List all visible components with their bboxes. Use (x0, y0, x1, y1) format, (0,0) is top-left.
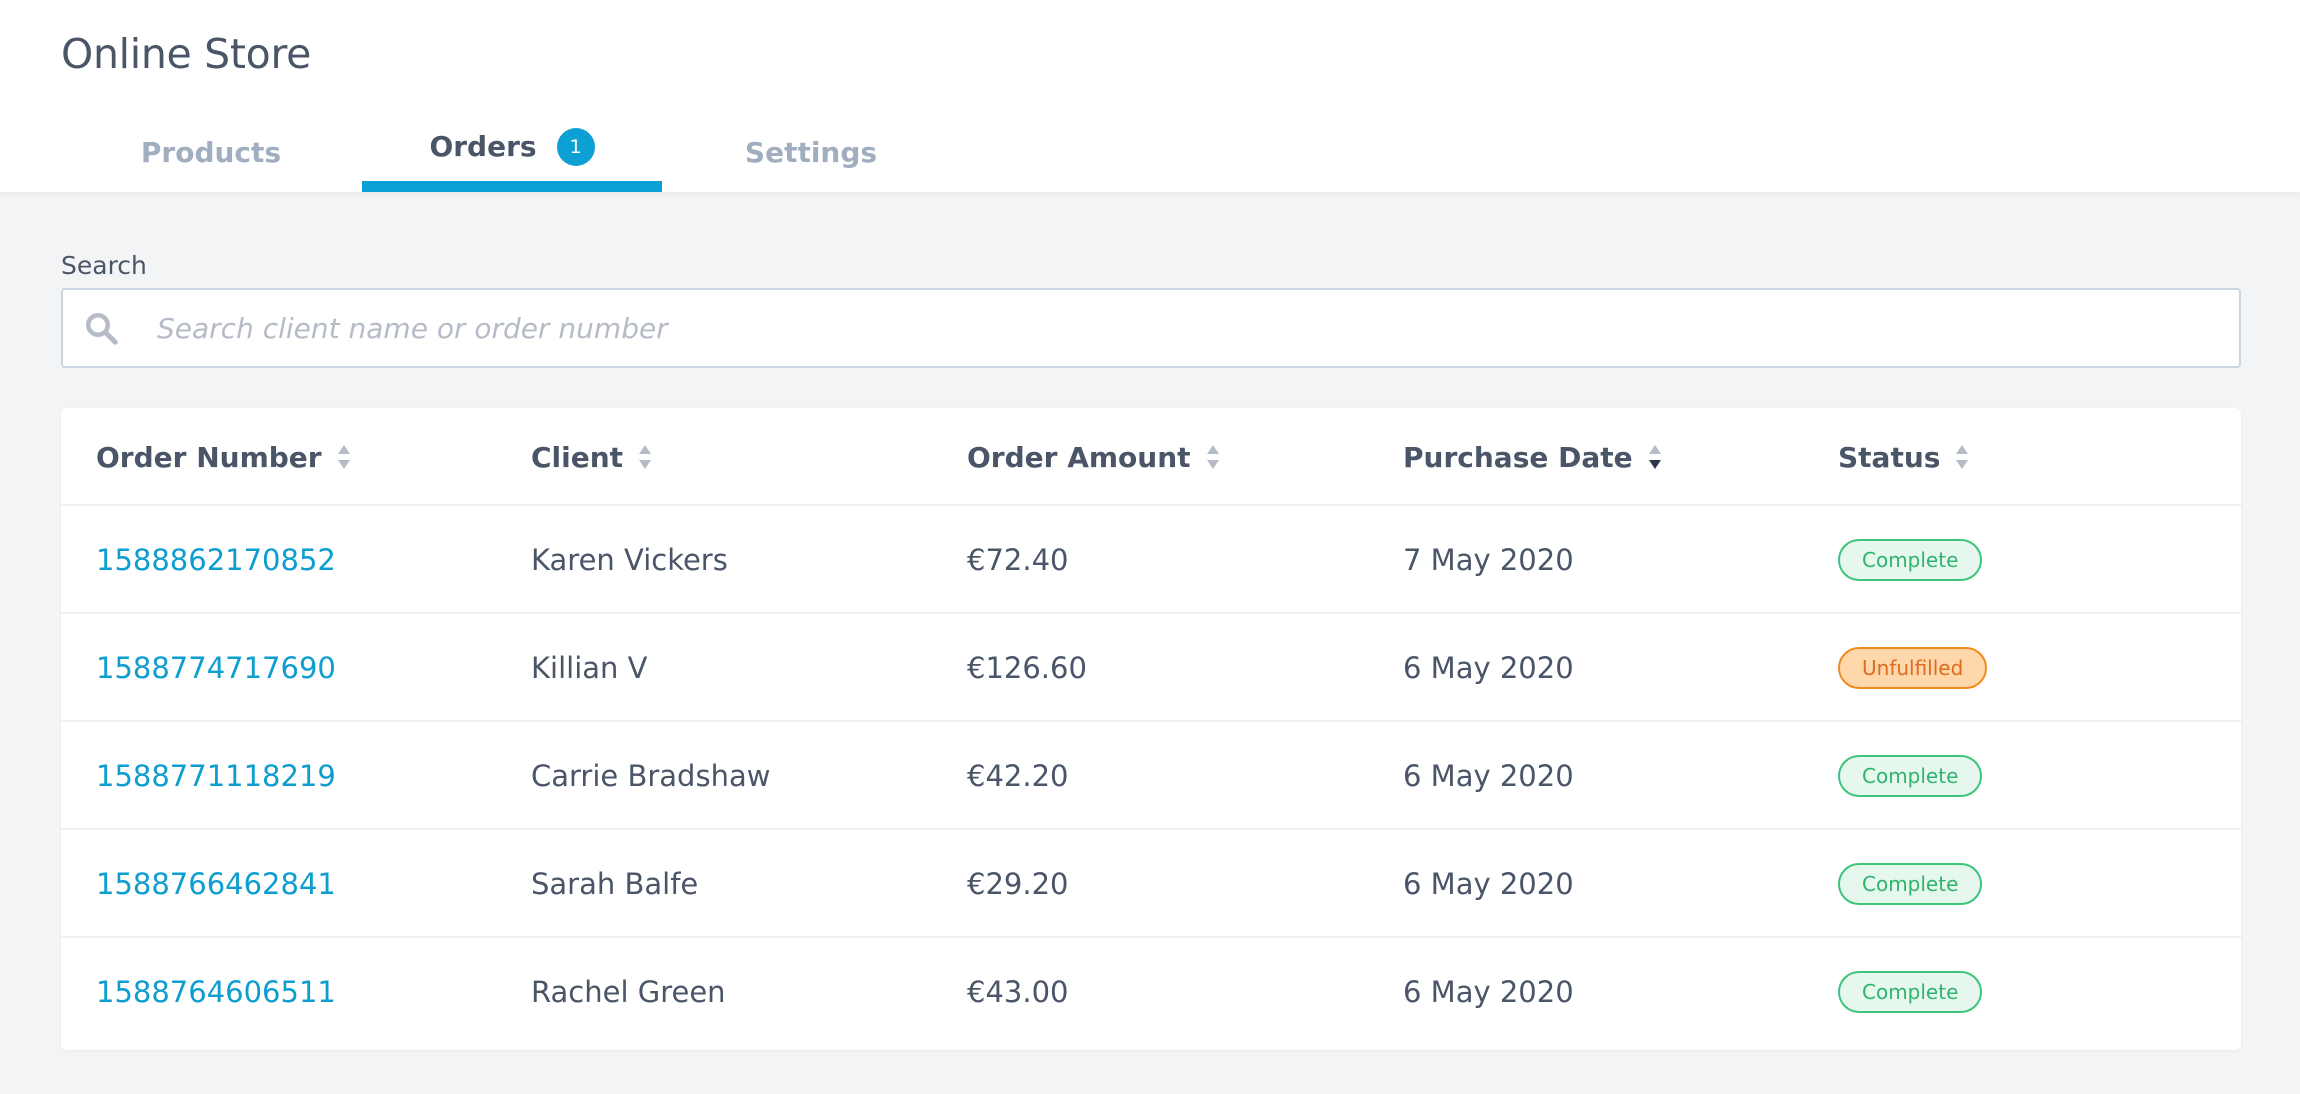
status-badge: Complete (1838, 539, 1983, 581)
sort-icon (1956, 445, 1969, 469)
client-name: Killian V (531, 651, 648, 685)
tab-orders[interactable]: Orders 1 (362, 112, 662, 192)
search-label: Search (61, 251, 147, 280)
sort-desc-icon (1648, 445, 1661, 469)
table-row: 1588766462841 Sarah Balfe €29.20 6 May 2… (61, 830, 2241, 938)
client-name: Carrie Bradshaw (531, 759, 771, 793)
client-name: Rachel Green (531, 975, 726, 1009)
tab-products-label: Products (140, 135, 282, 169)
status-cell: Complete (1838, 938, 1983, 1046)
tab-settings-label: Settings (744, 135, 878, 169)
status-cell: Complete (1838, 506, 1983, 614)
table-row: 1588862170852 Karen Vickers €72.40 7 May… (61, 506, 2241, 614)
order-amount: €43.00 (967, 975, 1069, 1009)
tab-products[interactable]: Products (96, 112, 326, 192)
search-field[interactable] (61, 288, 2241, 368)
order-number-link[interactable]: 1588771118219 (96, 722, 336, 830)
order-number-link[interactable]: 1588862170852 (96, 506, 336, 614)
column-header-order-amount[interactable]: Order Amount (967, 408, 1221, 506)
status-badge: Complete (1838, 971, 1983, 1013)
tab-orders-label: Orders (429, 130, 537, 163)
client-name: Sarah Balfe (531, 867, 699, 901)
status-cell: Unfulfilled (1838, 614, 1988, 722)
column-header-label: Status (1838, 440, 1941, 474)
column-header-client[interactable]: Client (531, 408, 653, 506)
sort-icon (1206, 445, 1219, 469)
order-amount: €72.40 (967, 543, 1069, 577)
table-row: 1588771118219 Carrie Bradshaw €42.20 6 M… (61, 722, 2241, 830)
app-header: Online Store Products Orders 1 Settings (0, 0, 2300, 192)
status-badge: Complete (1838, 755, 1983, 797)
sort-icon (639, 445, 652, 469)
tab-settings[interactable]: Settings (700, 112, 922, 192)
column-header-label: Order Amount (967, 440, 1191, 474)
status-badge: Complete (1838, 863, 1983, 905)
order-number-link[interactable]: 1588774717690 (96, 614, 336, 722)
purchase-date: 6 May 2020 (1403, 759, 1574, 793)
search-icon (86, 313, 118, 345)
column-header-purchase-date[interactable]: Purchase Date (1403, 408, 1663, 506)
orders-count-badge: 1 (556, 127, 595, 166)
sort-icon (337, 445, 350, 469)
column-header-order-number[interactable]: Order Number (96, 408, 352, 506)
tab-bar: Products Orders 1 Settings (0, 112, 2300, 192)
order-number-link[interactable]: 1588764606511 (96, 938, 336, 1046)
column-header-label: Purchase Date (1403, 440, 1633, 474)
column-header-label: Client (531, 440, 624, 474)
status-cell: Complete (1838, 830, 1983, 938)
orders-table: Order Number Client Order Amount Purchas… (61, 408, 2241, 1050)
table-row: 1588764606511 Rachel Green €43.00 6 May … (61, 938, 2241, 1046)
search-input[interactable] (157, 290, 2217, 366)
purchase-date: 6 May 2020 (1403, 867, 1574, 901)
status-cell: Complete (1838, 722, 1983, 830)
client-name: Karen Vickers (531, 543, 728, 577)
table-row: 1588774717690 Killian V €126.60 6 May 20… (61, 614, 2241, 722)
purchase-date: 6 May 2020 (1403, 975, 1574, 1009)
order-amount: €126.60 (967, 651, 1087, 685)
page-title: Online Store (61, 30, 312, 78)
order-number-link[interactable]: 1588766462841 (96, 830, 336, 938)
table-header: Order Number Client Order Amount Purchas… (61, 408, 2241, 506)
column-header-status[interactable]: Status (1838, 408, 1970, 506)
purchase-date: 6 May 2020 (1403, 651, 1574, 685)
order-amount: €29.20 (967, 867, 1069, 901)
purchase-date: 7 May 2020 (1403, 543, 1574, 577)
order-amount: €42.20 (967, 759, 1069, 793)
status-badge: Unfulfilled (1838, 647, 1988, 689)
column-header-label: Order Number (96, 440, 322, 474)
